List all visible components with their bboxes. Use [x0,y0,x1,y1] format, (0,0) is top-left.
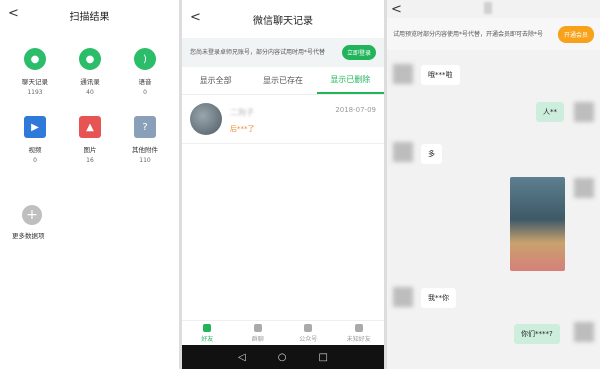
category-contacts[interactable]: ● 通讯录 40 [65,48,115,96]
android-navigation-bar: ◁ ○ □ [182,345,384,369]
back-button[interactable]: < [391,2,402,17]
category-attachments[interactable]: ? 其他附件 110 [120,116,170,164]
category-label: 聊天记录 [22,78,48,86]
chat-bubble-left: 多 [421,144,442,164]
more-data-label: 更多数据项 [12,232,45,240]
voice-icon: ) [134,48,156,70]
login-banner: 您尚未登录卓师兄账号，部分内容试用时用*号代替 立即登录 [182,38,384,67]
plus-icon: + [22,205,42,225]
scan-results-screen: < 扫描结果 ● 聊天记录 1193 ● 通讯录 40 ) 语音 0 ▶ 视频 [0,0,179,369]
video-icon: ▶ [24,116,46,138]
category-label: 通讯录 [80,78,100,86]
bottom-navigation: 好友 群聊 公众号 未知好友 [182,320,384,345]
category-count: 40 [86,89,94,96]
nav-label: 公众号 [299,335,318,343]
category-voice[interactable]: ) 语音 0 [120,48,170,96]
avatar [574,102,594,122]
list-item[interactable]: 二狗子 后***了 2018-07-09 [182,95,384,144]
home-circle-icon[interactable]: ○ [278,352,287,363]
vip-banner: 试用预览时部分内容使用*号代替，开通会员即可去除*号 开通会员 [387,18,600,50]
contacts-icon: ● [79,48,101,70]
back-triangle-icon[interactable]: ◁ [238,352,246,363]
tab-show-deleted[interactable]: 显示已删除 [316,67,384,94]
category-count: 0 [33,157,37,164]
contact-last-message: 后***了 [230,125,255,133]
chat-bubble-right: 你们****? [514,324,560,344]
group-icon [253,323,262,332]
open-membership-button[interactable]: 开通会员 [557,25,594,43]
avatar [574,178,594,198]
nav-label: 群聊 [251,335,264,343]
wechat-records-screen: < 微信聊天记录 您尚未登录卓师兄账号，部分内容试用时用*号代替 立即登录 显示… [182,0,384,369]
data-category-grid: ● 聊天记录 1193 ● 通讯录 40 ) 语音 0 ▶ 视频 0 ▲ 图片 [0,30,179,164]
filter-tabs: 显示全部 显示已存在 显示已删除 [182,67,384,95]
category-video[interactable]: ▶ 视频 0 [10,116,60,164]
category-label: 语音 [138,78,152,86]
avatar [393,287,413,307]
blurred-contact-name [484,2,492,14]
nav-label: 未知好友 [346,335,371,343]
nav-official-accounts[interactable]: 公众号 [283,321,334,345]
avatar [393,64,413,84]
category-chat-records[interactable]: ● 聊天记录 1193 [10,48,60,96]
category-images[interactable]: ▲ 图片 16 [65,116,115,164]
back-button[interactable]: < [8,6,19,21]
category-label: 图片 [83,146,97,154]
banner-text: 试用预览时部分内容使用*号代替，开通会员即可去除*号 [393,30,544,38]
chat-bubble-right: 人** [536,102,564,122]
image-icon: ▲ [79,116,101,138]
page-title: 微信聊天记录 [253,15,313,27]
attachment-icon: ? [134,116,156,138]
banner-text: 您尚未登录卓师兄账号，部分内容试用时用*号代替 [190,49,326,56]
unknown-person-icon [354,323,363,332]
login-button[interactable]: 立即登录 [341,45,376,60]
back-button[interactable]: < [190,10,201,25]
tab-show-all[interactable]: 显示全部 [182,67,249,94]
more-data-items-button[interactable]: + 更多数据项 [12,205,45,240]
category-count: 16 [86,157,94,164]
avatar [393,142,413,162]
nav-label: 好友 [201,335,214,343]
grid-icon [304,323,313,332]
scan-header: < 扫描结果 [0,0,179,30]
records-header: < 微信聊天记录 [182,0,384,38]
nav-unknown-friends[interactable]: 未知好友 [334,321,385,345]
tab-show-existing[interactable]: 显示已存在 [249,67,316,94]
category-label: 视频 [28,146,42,154]
chat-bubble-left: 哦***啦 [421,65,460,85]
person-icon [203,323,212,332]
contact-info: 二狗子 后***了 2018-07-09 [230,103,376,135]
chat-bubble-left: 我**你 [421,288,456,308]
contact-date: 2018-07-09 [335,106,376,114]
nav-group-chats[interactable]: 群聊 [233,321,284,345]
chat-image[interactable] [510,177,565,271]
chat-header: < [387,0,600,18]
category-label: 其他附件 [132,146,158,154]
page-title: 扫描结果 [69,11,110,23]
category-count: 0 [143,89,147,96]
category-count: 1193 [27,89,43,96]
category-count: 110 [139,157,151,164]
chat-detail-screen: < 试用预览时部分内容使用*号代替，开通会员即可去除*号 开通会员 哦***啦 … [387,0,600,369]
chat-icon: ● [24,48,46,70]
recents-square-icon[interactable]: □ [319,352,328,363]
avatar [190,103,222,135]
nav-friends[interactable]: 好友 [182,321,233,345]
avatar [574,322,594,342]
